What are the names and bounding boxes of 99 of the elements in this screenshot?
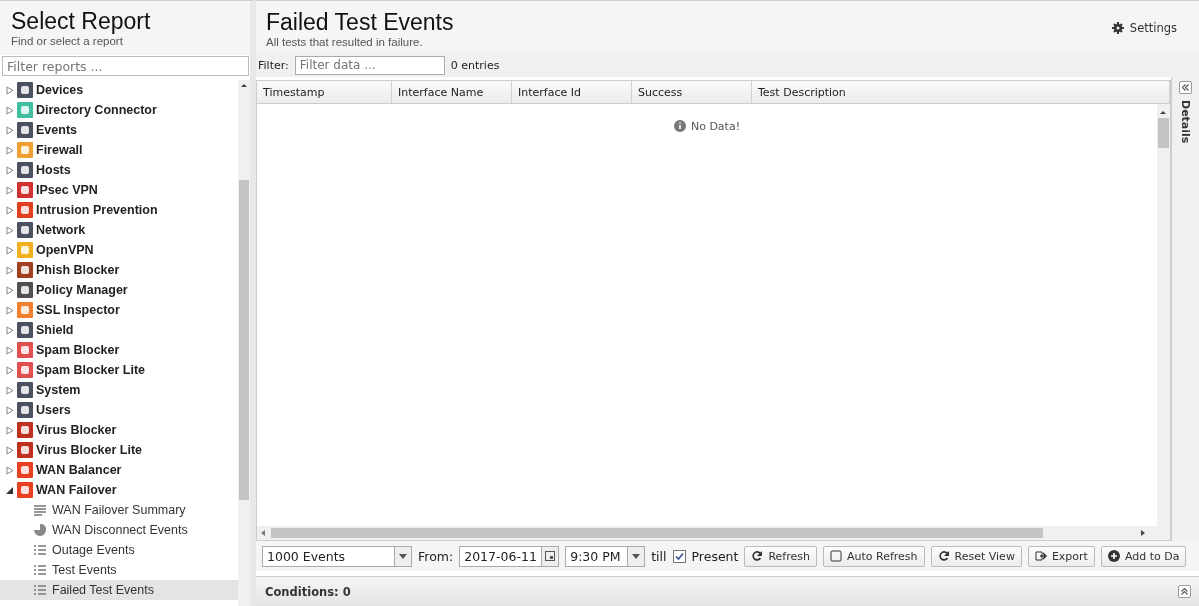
refresh-icon bbox=[937, 550, 950, 562]
expand-arrow-icon[interactable] bbox=[6, 465, 14, 475]
expand-arrow-icon[interactable] bbox=[6, 385, 14, 395]
column-header[interactable]: Interface Name bbox=[392, 81, 512, 103]
expand-arrow-icon[interactable] bbox=[6, 445, 14, 455]
expand-arrow-icon[interactable] bbox=[6, 165, 14, 175]
expand-arrow-icon[interactable] bbox=[6, 305, 14, 315]
details-panel[interactable]: Details bbox=[1171, 77, 1199, 541]
tree-item[interactable]: Virus Blocker Lite bbox=[0, 440, 238, 460]
toolbar-button[interactable]: Auto Refresh bbox=[822, 545, 925, 567]
till-label: till bbox=[651, 548, 667, 564]
tree-item[interactable]: Network bbox=[0, 220, 238, 240]
no-data-message: No Data! bbox=[673, 118, 741, 134]
tree-item[interactable]: SSL Inspector bbox=[0, 300, 238, 320]
expand-arrow-icon[interactable] bbox=[6, 245, 14, 255]
lines-icon bbox=[34, 504, 46, 516]
filter-reports-field[interactable]: Filter reports ... bbox=[2, 56, 249, 76]
tree-item[interactable]: OpenVPN bbox=[0, 240, 238, 260]
caret-down-icon bbox=[399, 553, 407, 559]
expand-arrow-icon[interactable] bbox=[6, 145, 14, 155]
tree-item[interactable]: Devices bbox=[0, 80, 238, 100]
tree-item[interactable]: Policy Manager bbox=[0, 280, 238, 300]
present-checkbox[interactable] bbox=[672, 549, 686, 563]
pie-chart-icon bbox=[34, 524, 46, 536]
from-label: From: bbox=[418, 548, 454, 564]
expand-arrow-icon[interactable] bbox=[6, 325, 14, 335]
export-icon bbox=[1034, 550, 1047, 562]
column-header[interactable]: Interface Id bbox=[512, 81, 632, 103]
vertical-scrollbar[interactable] bbox=[1157, 104, 1170, 526]
column-header[interactable]: Success bbox=[632, 81, 752, 103]
expand-arrow-icon[interactable] bbox=[6, 345, 14, 355]
tree-item[interactable]: Directory Connector bbox=[0, 100, 238, 120]
present-label: Present bbox=[691, 548, 739, 564]
list-icon bbox=[34, 544, 46, 556]
report-item[interactable]: WAN Failover Summary bbox=[0, 500, 238, 520]
refresh-icon bbox=[751, 550, 764, 562]
filter-label: Filter: bbox=[258, 58, 289, 72]
list-icon bbox=[34, 584, 46, 596]
details-label: Details bbox=[1179, 100, 1192, 144]
column-header[interactable]: Timestamp bbox=[257, 81, 392, 103]
checkbox-icon bbox=[829, 550, 842, 562]
sidebar-subtitle: Find or select a report bbox=[11, 35, 124, 47]
report-item[interactable]: Failed Test Events bbox=[0, 580, 238, 600]
expand-arrow-icon[interactable] bbox=[6, 265, 14, 275]
tree-item[interactable]: WAN Failover bbox=[0, 480, 238, 500]
tree-item[interactable]: Shield bbox=[0, 320, 238, 340]
tree-item[interactable]: Firewall bbox=[0, 140, 238, 160]
scrollbar[interactable] bbox=[238, 80, 250, 606]
toolbar-button[interactable]: Export bbox=[1027, 545, 1095, 567]
tree-item[interactable]: Spam Blocker Lite bbox=[0, 360, 238, 380]
toolbar-button[interactable]: Refresh bbox=[744, 545, 817, 567]
page-subtitle: All tests that resulted in failure. bbox=[266, 36, 424, 48]
time-dropdown[interactable]: 9:30 PM bbox=[565, 545, 646, 567]
calendar-icon bbox=[545, 551, 556, 561]
page-title: Failed Test Events bbox=[266, 8, 454, 36]
double-chevron-up-icon bbox=[1180, 587, 1189, 596]
expand-arrow-icon[interactable] bbox=[6, 225, 14, 235]
settings-icon bbox=[1111, 22, 1124, 34]
tree-item[interactable]: System bbox=[0, 380, 238, 400]
tree-item[interactable]: Hosts bbox=[0, 160, 238, 180]
tree-item[interactable]: Spam Blocker bbox=[0, 340, 238, 360]
info-icon bbox=[673, 120, 686, 132]
tree-item[interactable]: Events bbox=[0, 120, 238, 140]
caret-down-icon bbox=[632, 553, 641, 559]
list-icon bbox=[34, 564, 46, 576]
tree-item[interactable]: WAN Balancer bbox=[0, 460, 238, 480]
report-item[interactable]: Test Events bbox=[0, 560, 238, 580]
sidebar-title: Select Report bbox=[11, 7, 152, 35]
tree-item[interactable]: Virus Blocker bbox=[0, 420, 238, 440]
expand-arrow-icon[interactable] bbox=[6, 365, 14, 375]
expand-arrow-icon[interactable] bbox=[6, 125, 14, 135]
report-item[interactable]: WAN Disconnect Events bbox=[0, 520, 238, 540]
double-chevron-left-icon bbox=[1181, 83, 1190, 92]
expand-arrow-icon[interactable] bbox=[6, 105, 14, 115]
date-field[interactable]: 2017-06-11 bbox=[459, 545, 560, 567]
filter-data-field[interactable]: Filter data ... bbox=[294, 55, 445, 75]
collapse-arrow-icon[interactable] bbox=[6, 485, 14, 495]
settings-button[interactable]: Settings bbox=[1105, 18, 1183, 38]
tree-item[interactable]: IPsec VPN bbox=[0, 180, 238, 200]
tree-item[interactable]: Phish Blocker bbox=[0, 260, 238, 280]
plus-circle-icon bbox=[1107, 550, 1120, 562]
report-item[interactable]: Outage Events bbox=[0, 540, 238, 560]
toolbar-button[interactable]: Reset View bbox=[930, 545, 1022, 567]
expand-arrow-icon[interactable] bbox=[6, 425, 14, 435]
conditions-label: Conditions: 0 bbox=[265, 584, 351, 599]
conditions-bar[interactable]: Conditions: 0 bbox=[256, 576, 1199, 606]
collapse-button[interactable] bbox=[1178, 585, 1191, 598]
events-limit-dropdown[interactable]: 1000 Events bbox=[262, 545, 412, 567]
expand-arrow-icon[interactable] bbox=[6, 85, 14, 95]
expand-arrow-icon[interactable] bbox=[6, 285, 14, 295]
tree-item[interactable]: Intrusion Prevention bbox=[0, 200, 238, 220]
tree-item[interactable]: Users bbox=[0, 400, 238, 420]
entries-count: 0 entries bbox=[450, 58, 500, 72]
expand-arrow-icon[interactable] bbox=[6, 205, 14, 215]
expand-arrow-icon[interactable] bbox=[6, 405, 14, 415]
expand-arrow-icon[interactable] bbox=[6, 185, 14, 195]
expand-button[interactable] bbox=[1179, 81, 1192, 94]
column-header[interactable]: Test Description bbox=[752, 81, 1170, 103]
toolbar-button[interactable]: Add to Da bbox=[1100, 545, 1187, 567]
